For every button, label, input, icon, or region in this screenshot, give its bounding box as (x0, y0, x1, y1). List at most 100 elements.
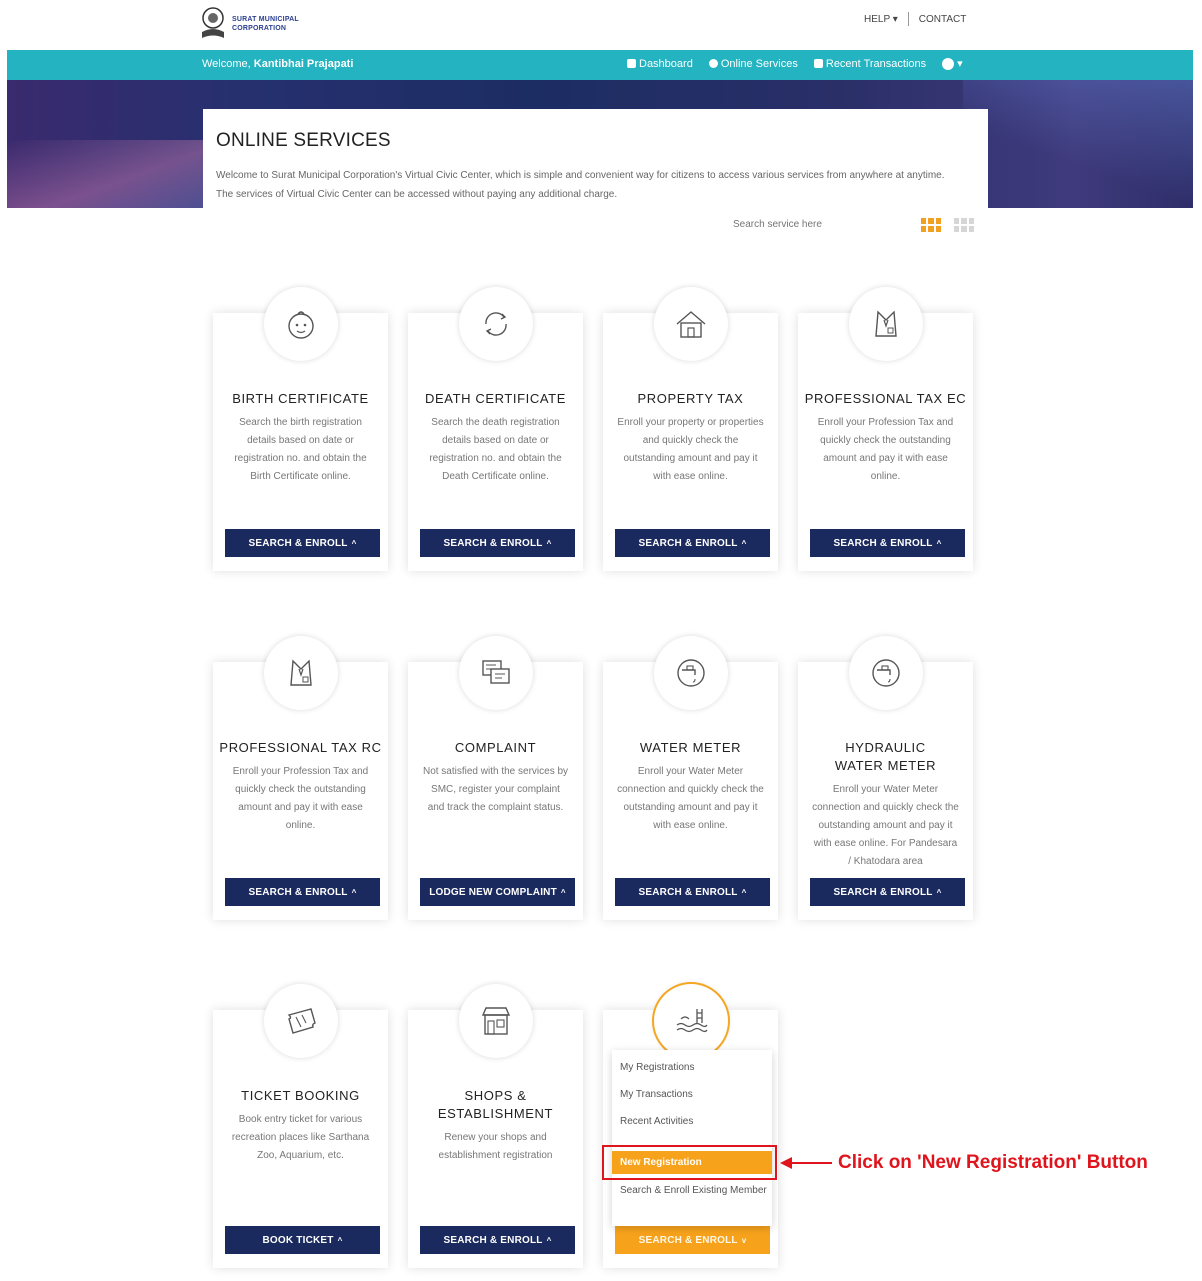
smc-logo[interactable]: SURAT MUNICIPAL CORPORATION (200, 2, 320, 46)
divider (907, 12, 909, 26)
menu-item-search-enroll-existing[interactable]: Search & Enroll Existing Member (620, 1183, 770, 1199)
menu-item-recent-activities[interactable]: Recent Activities (620, 1114, 770, 1130)
nav-recent-transactions-label: Recent Transactions (825, 57, 927, 70)
chevron-down-icon: ▾ (957, 58, 963, 70)
search-enroll-button[interactable]: SEARCH & ENROLL ^ (420, 529, 575, 557)
menu-item-my-transactions[interactable]: My Transactions (620, 1087, 770, 1103)
card-title: HYDRAULIC WATER METER (834, 740, 937, 773)
card-title: PROFESSIONAL TAX EC (804, 391, 967, 406)
contact-link[interactable]: CONTACT (919, 14, 967, 25)
card-title: SHOPS & ESTABLISHMENT (437, 1088, 554, 1121)
card-title: PROFESSIONAL TAX RC (219, 740, 382, 755)
menu-item-my-registrations[interactable]: My Registrations (620, 1060, 770, 1076)
nav-links: Dashboard Online Services Recent Transac… (627, 57, 963, 70)
caret-up-icon: ^ (741, 887, 747, 897)
card-description: Enroll your Water Meter connection and q… (617, 766, 764, 831)
service-card-water-meter: WATER METER Enroll your Water Meter conn… (603, 636, 778, 920)
list-icon (813, 59, 823, 68)
service-card-professional-tax-ec: PROFESSIONAL TAX EC Enroll your Professi… (798, 287, 973, 571)
caret-up-icon: ^ (546, 538, 552, 548)
card-description: Enroll your property or properties and q… (617, 417, 764, 482)
book-ticket-button[interactable]: BOOK TICKET ^ (225, 1226, 380, 1254)
caret-down-icon: v (741, 1235, 747, 1245)
service-card-ticket-booking: TICKET BOOKING Book entry ticket for var… (213, 984, 388, 1268)
search-enroll-button[interactable]: SEARCH & ENROLL ^ (810, 529, 965, 557)
search-enroll-button[interactable]: SEARCH & ENROLL ^ (615, 878, 770, 906)
service-card-shops-establishment: SHOPS & ESTABLISHMENT Renew your shops a… (408, 984, 583, 1268)
card-title: DEATH CERTIFICATE (425, 391, 566, 406)
service-card-complaint: COMPLAINT Not satisfied with the service… (408, 636, 583, 920)
caret-up-icon: ^ (560, 887, 566, 897)
help-link[interactable]: HELP ▾ (864, 14, 898, 25)
search-enroll-button[interactable]: SEARCH & ENROLL ^ (810, 878, 965, 906)
card-description: Not satisfied with the services by SMC, … (422, 766, 569, 813)
card-description: Search the birth registration details ba… (234, 417, 367, 482)
top-navbar: Welcome, Kantibhai Prajapati Dashboard O… (7, 50, 1193, 80)
logo-text: SURAT MUNICIPAL CORPORATION (232, 16, 299, 32)
caret-up-icon: ^ (936, 538, 942, 548)
search-enroll-button[interactable]: SEARCH & ENROLL v (615, 1226, 770, 1254)
user-menu[interactable]: ▾ (942, 57, 963, 70)
arrow-line (790, 1162, 832, 1164)
service-card-hydraulic-water-meter: HYDRAULIC WATER METER Enroll your Water … (798, 636, 973, 920)
user-icon (942, 57, 955, 70)
home-icon (627, 59, 636, 68)
search-enroll-button[interactable]: SEARCH & ENROLL ^ (225, 878, 380, 906)
service-card-professional-tax-rc: PROFESSIONAL TAX RC Enroll your Professi… (213, 636, 388, 920)
cycle-icon (458, 287, 533, 361)
house-icon (653, 287, 728, 361)
nav-online-services-label: Online Services (720, 57, 798, 70)
nav-recent-transactions[interactable]: Recent Transactions (813, 57, 927, 70)
search-enroll-button[interactable]: SEARCH & ENROLL ^ (420, 1226, 575, 1254)
search-enroll-button[interactable]: SEARCH & ENROLL ^ (225, 529, 380, 557)
welcome-text: Welcome, Kantibhai Prajapati (202, 58, 353, 70)
caret-up-icon: ^ (546, 1235, 552, 1245)
caret-up-icon: ^ (351, 538, 357, 548)
nav-online-services[interactable]: Online Services (708, 57, 798, 70)
ticket-icon (263, 984, 338, 1058)
tap-icon (653, 636, 728, 710)
card-description: Enroll your Profession Tax and quickly c… (817, 417, 954, 482)
card-title: WATER METER (639, 740, 742, 755)
list-view-icon[interactable] (954, 218, 974, 232)
enroll-dropdown-menu: My Registrations My Transactions Recent … (612, 1050, 772, 1226)
suit-icon (263, 636, 338, 710)
welcome-prefix: Welcome, (202, 58, 251, 70)
service-card-death-certificate: DEATH CERTIFICATE Search the death regis… (408, 287, 583, 571)
highlight-box (602, 1145, 777, 1180)
shop-icon (458, 984, 533, 1058)
card-title: TICKET BOOKING (241, 1088, 360, 1103)
card-title: BIRTH CERTIFICATE (232, 391, 369, 406)
service-card-birth-certificate: BIRTH CERTIFICATE Search the birth regis… (213, 287, 388, 571)
caret-up-icon: ^ (741, 538, 747, 548)
tap-icon (848, 636, 923, 710)
suit-icon (848, 287, 923, 361)
card-description: Book entry ticket for various recreation… (231, 1114, 370, 1161)
caret-up-icon: ^ (936, 887, 942, 897)
user-name: Kantibhai Prajapati (253, 58, 354, 70)
chat-icon (458, 636, 533, 710)
seal-icon (200, 6, 226, 42)
search-enroll-button[interactable]: SEARCH & ENROLL ^ (615, 529, 770, 557)
globe-icon (708, 59, 718, 68)
online-services-panel: ONLINE SERVICES Welcome to Surat Municip… (203, 109, 988, 244)
card-description: Enroll your Profession Tax and quickly c… (232, 766, 369, 831)
card-description: Search the death registration details ba… (429, 417, 562, 482)
card-title: COMPLAINT (454, 740, 537, 755)
caret-up-icon: ^ (337, 1235, 343, 1245)
nav-dashboard[interactable]: Dashboard (627, 58, 693, 70)
nav-dashboard-label: Dashboard (639, 57, 693, 70)
page-title: ONLINE SERVICES (216, 130, 391, 151)
caret-up-icon: ^ (351, 887, 357, 897)
card-title: PROPERTY TAX (637, 391, 744, 406)
card-description: Enroll your Water Meter connection and q… (812, 784, 959, 867)
lodge-complaint-button[interactable]: LODGE NEW COMPLAINT ^ (420, 878, 575, 906)
top-links: HELP ▾ CONTACT (864, 12, 966, 26)
search-input[interactable] (733, 215, 903, 233)
page-description: Welcome to Surat Municipal Corporation's… (216, 170, 945, 200)
baby-icon (263, 287, 338, 361)
card-description: Renew your shops and establishment regis… (438, 1132, 553, 1161)
grid-view-icon[interactable] (921, 218, 941, 232)
service-card-property-tax: PROPERTY TAX Enroll your property or pro… (603, 287, 778, 571)
instruction-annotation: Click on 'New Registration' Button (838, 1152, 1148, 1173)
